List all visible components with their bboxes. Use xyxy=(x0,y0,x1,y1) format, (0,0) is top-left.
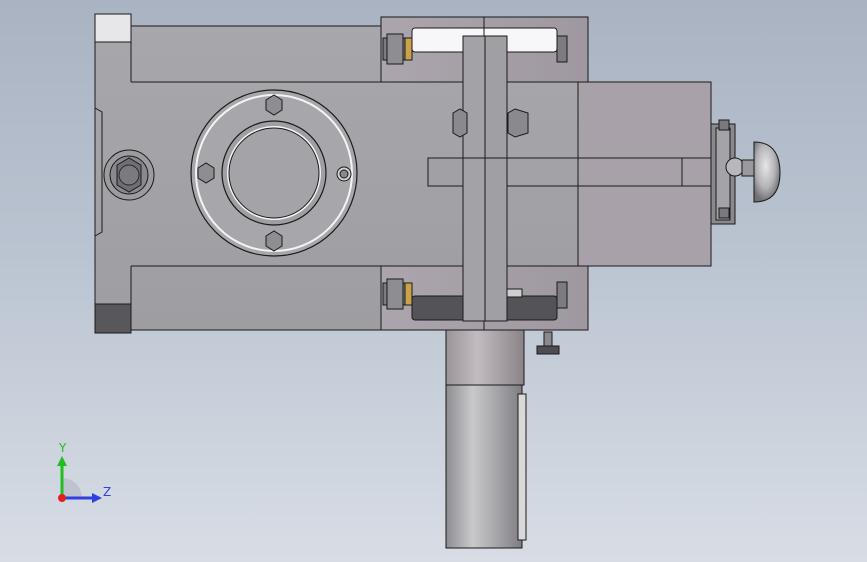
triad-arc xyxy=(62,478,82,498)
cylinder-shaft[interactable] xyxy=(445,329,527,549)
axis-triad: Y Z xyxy=(48,440,118,510)
flange[interactable] xyxy=(190,89,358,257)
y-axis-label: Y xyxy=(59,441,67,455)
z-axis-head xyxy=(92,493,102,503)
clamp-arm[interactable] xyxy=(462,35,508,322)
x-axis-dot xyxy=(58,494,66,502)
cad-viewport[interactable]: Y Z xyxy=(0,0,867,562)
y-axis-head xyxy=(57,456,67,466)
assembly-model[interactable] xyxy=(0,0,867,562)
side-bolt[interactable] xyxy=(103,149,155,201)
z-axis-label: Z xyxy=(103,485,112,499)
knob-assembly[interactable] xyxy=(710,119,781,225)
set-screw[interactable] xyxy=(536,331,560,355)
